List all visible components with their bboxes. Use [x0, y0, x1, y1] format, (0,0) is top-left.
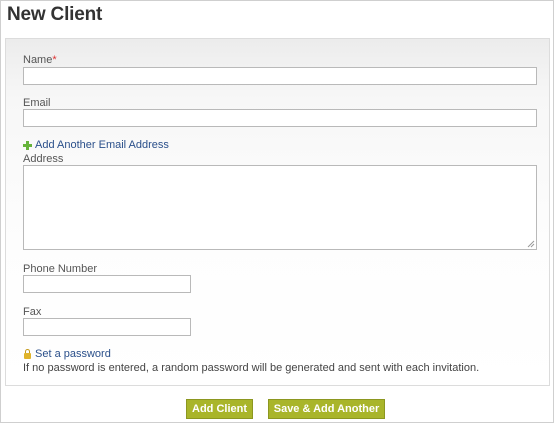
name-label-text: Name	[23, 54, 53, 66]
resize-grip-icon[interactable]	[527, 240, 535, 248]
email-label: Email	[23, 97, 51, 109]
add-email-link[interactable]: Add Another Email Address	[23, 139, 169, 151]
set-password-link-text: Set a password	[35, 348, 111, 360]
address-textarea[interactable]	[23, 165, 537, 250]
phone-label: Phone Number	[23, 263, 97, 275]
fax-field[interactable]	[23, 318, 191, 336]
page-title: New Client	[7, 4, 103, 25]
required-marker: *	[52, 54, 57, 66]
fax-label: Fax	[23, 306, 42, 318]
client-form-panel: Name* Email Add Another Email Address Ad…	[5, 38, 550, 386]
address-label: Address	[23, 153, 64, 165]
password-hint: If no password is entered, a random pass…	[23, 362, 480, 374]
dialog-frame: New Client Name* Email Add Another Email…	[0, 0, 554, 423]
add-client-button[interactable]: Add Client	[186, 399, 253, 419]
name-label: Name*	[23, 54, 57, 66]
save-add-another-button[interactable]: Save & Add Another	[268, 399, 385, 419]
set-password-link[interactable]: Set a password	[23, 348, 111, 360]
email-field[interactable]	[23, 109, 537, 127]
phone-field[interactable]	[23, 275, 191, 293]
name-field[interactable]	[23, 67, 537, 85]
lock-icon	[23, 348, 32, 360]
add-email-link-text: Add Another Email Address	[35, 139, 169, 151]
plus-icon	[23, 140, 32, 150]
